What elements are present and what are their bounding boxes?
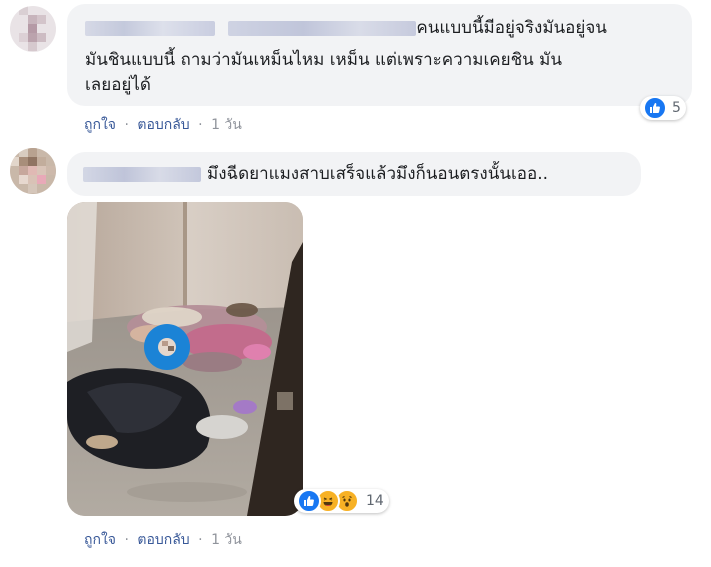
comment-bubble: มึงฉีดยาแมงสาบเสร็จแล้วมึงก็นอนตรงนั้นเอ… xyxy=(67,152,641,196)
like-link[interactable]: ถูกใจ xyxy=(84,117,116,133)
reaction-summary[interactable]: 14 xyxy=(294,489,389,513)
author-name-blurred[interactable] xyxy=(228,20,417,36)
reaction-summary[interactable]: 5 xyxy=(640,96,686,120)
comment-text: เลยอยู่ได้ xyxy=(85,75,151,95)
separator: · xyxy=(124,117,129,133)
comment-actions: ถูกใจ · ตอบกลับ · 1 วัน xyxy=(84,114,242,136)
reply-link[interactable]: ตอบกลับ xyxy=(137,117,189,133)
reaction-count: 14 xyxy=(366,493,384,509)
separator: · xyxy=(198,532,203,548)
author-name-blurred[interactable] xyxy=(85,20,215,36)
comment-actions: ถูกใจ · ตอบกลับ · 1 วัน xyxy=(84,529,242,551)
author-name-blurred[interactable] xyxy=(83,166,201,182)
reply-link[interactable]: ตอบกลับ xyxy=(137,532,189,548)
like-link[interactable]: ถูกใจ xyxy=(84,532,116,548)
reaction-count: 5 xyxy=(672,100,681,116)
comment-text: มันชินแบบนี้ ถามว่ามันเหม็นไหม เหม็น แต่… xyxy=(85,50,562,70)
avatar[interactable] xyxy=(10,6,56,52)
timestamp[interactable]: 1 วัน xyxy=(211,117,242,133)
avatar[interactable] xyxy=(10,148,56,194)
separator: · xyxy=(124,532,129,548)
like-icon xyxy=(643,96,667,120)
timestamp[interactable]: 1 วัน xyxy=(211,532,242,548)
comment-photo[interactable] xyxy=(67,202,303,516)
comment-bubble: คนแบบนี้มีอยู่จริงมันอยู่จน มันชินแบบนี้… xyxy=(67,4,692,106)
comment-text: คนแบบนี้มีอยู่จริงมันอยู่จน xyxy=(416,18,607,38)
comment-text: มึงฉีดยาแมงสาบเสร็จแล้วมึงก็นอนตรงนั้นเอ… xyxy=(207,164,549,184)
like-icon xyxy=(297,489,321,513)
separator: · xyxy=(198,117,203,133)
